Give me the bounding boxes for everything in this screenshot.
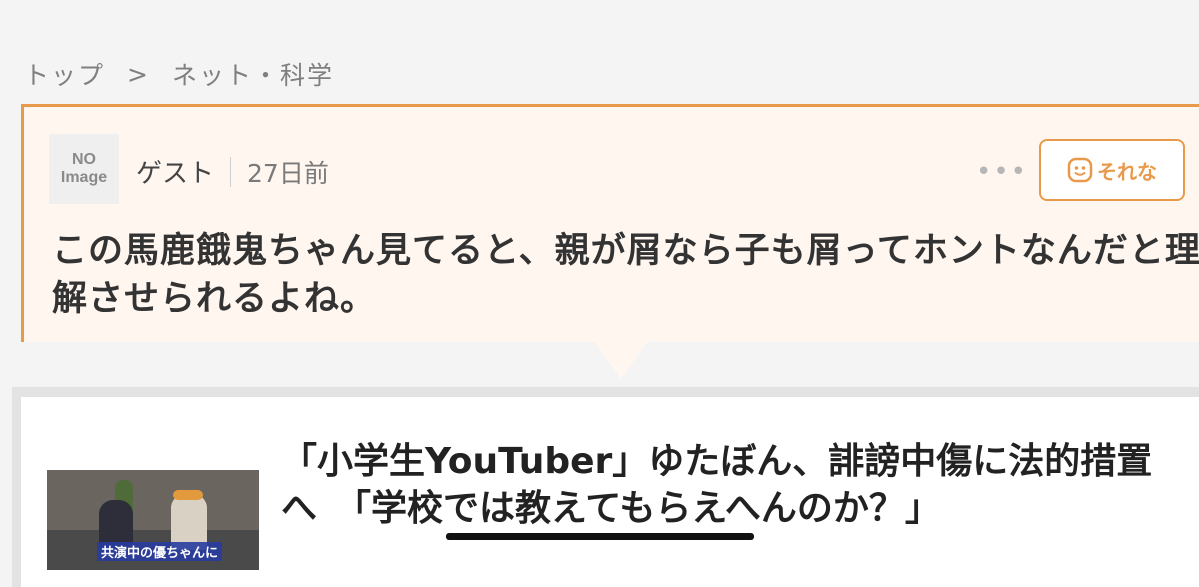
breadcrumb-separator: >	[127, 59, 150, 89]
thumbnail-cap	[173, 490, 203, 500]
breadcrumb: トップ > ネット・科学	[24, 56, 334, 92]
meta-divider	[230, 156, 232, 187]
sorena-button[interactable]: それな	[1039, 139, 1185, 201]
speech-pointer	[594, 341, 648, 379]
comment-card: NO Image ゲスト 27日前 ••• それな この馬鹿餓鬼ちゃん見てると、…	[21, 104, 1199, 342]
breadcrumb-category[interactable]: ネット・科学	[172, 56, 334, 92]
user-name[interactable]: ゲスト	[136, 153, 214, 190]
headline-underline	[446, 533, 754, 540]
smile-face-icon	[1067, 157, 1093, 183]
sorena-label: それな	[1097, 159, 1157, 184]
breadcrumb-home[interactable]: トップ	[24, 56, 105, 92]
avatar-image-text: Image	[60, 169, 108, 186]
article-thumbnail[interactable]: 共演中の優ちゃんに	[47, 470, 259, 570]
more-options-icon[interactable]: •••	[976, 157, 1028, 187]
avatar[interactable]: NO Image	[49, 134, 119, 204]
article-headline[interactable]: 「小学生YouTuber」ゆたぼん、誹謗中傷に法的措置へ 「学校では教えてもらえ…	[281, 438, 1181, 532]
comment-meta: ゲスト 27日前	[136, 153, 329, 190]
timestamp: 27日前	[247, 158, 329, 188]
thumbnail-caption: 共演中の優ちゃんに	[97, 542, 223, 561]
thumbnail-wall	[47, 470, 259, 530]
comment-text: この馬鹿餓鬼ちゃん見てると、親が屑なら子も屑ってホントなんだと理解させられるよね…	[52, 231, 1199, 319]
avatar-no-text: NO	[72, 151, 96, 168]
